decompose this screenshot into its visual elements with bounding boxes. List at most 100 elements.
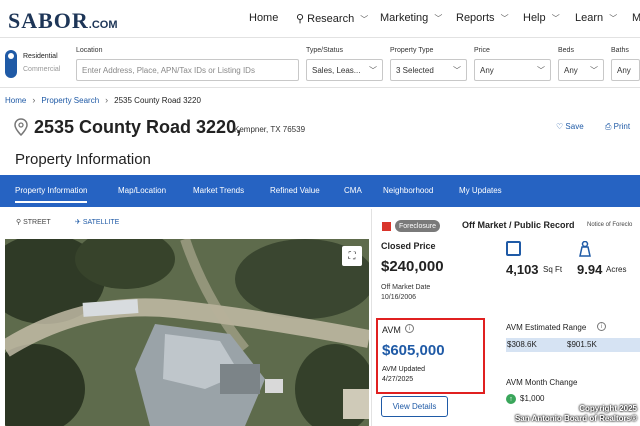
residential-commercial-toggle[interactable] bbox=[5, 50, 17, 78]
chevron-down-icon: ﹀ bbox=[590, 65, 598, 75]
off-market-date-value: 10/16/2006 bbox=[381, 294, 417, 301]
property-tabs: Property Information Map/Location Market… bbox=[0, 175, 640, 207]
nav-marketing-label: Marketing bbox=[380, 12, 429, 24]
save-button[interactable]: ♡ Save bbox=[556, 122, 584, 131]
chevron-down-icon: ﹀ bbox=[500, 14, 509, 23]
avm-updated-label: AVM Updated bbox=[382, 366, 426, 373]
print-button[interactable]: ⎙ Print bbox=[605, 122, 630, 132]
listing-status: Off Market / Public Record bbox=[462, 220, 575, 230]
chevron-down-icon: ﹀ bbox=[453, 65, 461, 75]
panel-divider bbox=[371, 209, 372, 426]
baths-select[interactable]: Any bbox=[611, 59, 640, 81]
tab-map-location[interactable]: Map/Location bbox=[118, 186, 166, 195]
sabor-logo[interactable]: SABOR.COM bbox=[8, 8, 118, 34]
location-label: Location bbox=[76, 47, 103, 54]
satellite-view-button[interactable]: ✈ SATELLITE bbox=[75, 218, 119, 226]
tab-market-trends[interactable]: Market Trends bbox=[193, 186, 244, 195]
property-type-value: 3 Selected bbox=[396, 65, 434, 75]
view-details-button[interactable]: View Details bbox=[381, 396, 448, 417]
copyright-line2: San Antonio Board of Realtors® bbox=[514, 414, 637, 423]
printer-icon: ⎙ bbox=[605, 122, 612, 131]
location-placeholder: Enter Address, Place, APN/Tax IDs or Lis… bbox=[82, 65, 255, 75]
avm-value: $605,000 bbox=[382, 342, 445, 359]
closed-price-label: Closed Price bbox=[381, 241, 436, 251]
foreclosure-notice: Notice of Foreclo bbox=[587, 222, 633, 228]
baths-value: Any bbox=[617, 65, 631, 75]
chevron-down-icon: ﹀ bbox=[369, 65, 377, 75]
breadcrumb-current: 2535 County Road 3220 bbox=[114, 95, 201, 105]
location-input[interactable]: Enter Address, Place, APN/Tax IDs or Lis… bbox=[76, 59, 299, 81]
price-select[interactable]: Any ﹀ bbox=[474, 59, 551, 81]
avm-range-low: $308.6K bbox=[507, 340, 537, 349]
avm-updated-date: 4/27/2025 bbox=[382, 376, 414, 383]
property-type-select[interactable]: 3 Selected ﹀ bbox=[390, 59, 467, 81]
top-navbar: SABOR.COM Home ⚲ Research ﹀ Marketing ﹀ … bbox=[0, 0, 640, 38]
acres-value: 9.94 bbox=[577, 262, 603, 277]
info-icon[interactable]: i bbox=[405, 324, 414, 333]
nav-more[interactable]: M bbox=[632, 12, 640, 24]
beds-label: Beds bbox=[558, 47, 574, 54]
acres-unit: Acres bbox=[606, 265, 627, 274]
chevron-right-icon: › bbox=[105, 95, 109, 105]
status-value: Sales, Leas... bbox=[312, 65, 361, 75]
satellite-map[interactable]: ⛶ bbox=[5, 239, 369, 426]
location-pin-icon bbox=[14, 118, 28, 136]
avm-range-label: AVM Estimated Range bbox=[506, 323, 587, 332]
toggle-residential-label: Residential bbox=[23, 53, 58, 60]
sqft-unit: Sq Ft bbox=[543, 265, 563, 274]
property-type-label: Property Type bbox=[390, 47, 434, 54]
baths-label: Baths bbox=[611, 47, 629, 54]
tab-neighborhood[interactable]: Neighborhood bbox=[383, 186, 433, 195]
info-icon[interactable]: i bbox=[597, 322, 606, 331]
chevron-right-icon: › bbox=[32, 95, 36, 105]
status-color-marker bbox=[382, 222, 391, 231]
floorplan-icon bbox=[506, 241, 521, 256]
chevron-down-icon: ﹀ bbox=[434, 14, 443, 23]
nav-help-label: Help bbox=[523, 12, 546, 24]
beds-select[interactable]: Any ﹀ bbox=[558, 59, 604, 81]
nav-research-label: Research bbox=[307, 13, 355, 25]
chevron-down-icon: ﹀ bbox=[551, 14, 560, 23]
foreclosure-badge: Foreclosure bbox=[395, 220, 440, 232]
arrow-up-icon: ↑ bbox=[506, 394, 516, 404]
copyright-line1: Copyright 2025 bbox=[579, 404, 637, 413]
acreage-icon bbox=[579, 241, 591, 257]
nav-research[interactable]: ⚲ Research ﹀ bbox=[296, 12, 368, 25]
search-filters: Residential Commercial Location Enter Ad… bbox=[0, 40, 640, 88]
tab-refined-value[interactable]: Refined Value bbox=[270, 186, 320, 195]
nav-learn[interactable]: Learn ﹀ bbox=[575, 12, 617, 24]
avm-label: AVM bbox=[382, 325, 401, 335]
property-address: 2535 County Road 3220, bbox=[34, 117, 242, 137]
status-select[interactable]: Sales, Leas... ﹀ bbox=[306, 59, 383, 81]
chevron-down-icon: ﹀ bbox=[537, 65, 545, 75]
breadcrumb: Home › Property Search › 2535 County Roa… bbox=[5, 95, 201, 105]
chevron-down-icon: ﹀ bbox=[360, 15, 369, 24]
nav-marketing[interactable]: Marketing ﹀ bbox=[380, 12, 442, 24]
nav-reports[interactable]: Reports ﹀ bbox=[456, 12, 509, 24]
tab-my-updates[interactable]: My Updates bbox=[459, 186, 502, 195]
expand-icon: ⛶ bbox=[348, 250, 356, 262]
street-label: STREET bbox=[23, 219, 51, 226]
aerial-imagery bbox=[5, 239, 369, 426]
street-view-button[interactable]: ⚲ STREET bbox=[16, 218, 51, 226]
save-label: Save bbox=[565, 122, 584, 131]
tab-property-information[interactable]: Property Information bbox=[15, 186, 88, 203]
avm-month-change-value: $1,000 bbox=[520, 394, 545, 403]
heart-icon: ♡ bbox=[556, 122, 564, 131]
tab-cma[interactable]: CMA bbox=[344, 186, 362, 195]
fullscreen-button[interactable]: ⛶ bbox=[342, 246, 362, 266]
beds-value: Any bbox=[564, 65, 578, 75]
chevron-down-icon: ﹀ bbox=[609, 14, 618, 23]
person-icon: ⚲ bbox=[16, 219, 22, 226]
avm-range-high: $901.5K bbox=[567, 340, 597, 349]
search-icon: ⚲ bbox=[296, 13, 305, 25]
price-label: Price bbox=[474, 47, 490, 54]
toggle-commercial-label: Commercial bbox=[23, 66, 61, 73]
breadcrumb-home[interactable]: Home bbox=[5, 96, 26, 105]
property-city: Kempner, TX 76539 bbox=[234, 125, 306, 134]
breadcrumb-property-search[interactable]: Property Search bbox=[41, 96, 99, 105]
off-market-date-label: Off Market Date bbox=[381, 284, 431, 291]
nav-help[interactable]: Help ﹀ bbox=[523, 12, 560, 24]
nav-home[interactable]: Home bbox=[249, 12, 278, 24]
closed-price-value: $240,000 bbox=[381, 258, 444, 275]
